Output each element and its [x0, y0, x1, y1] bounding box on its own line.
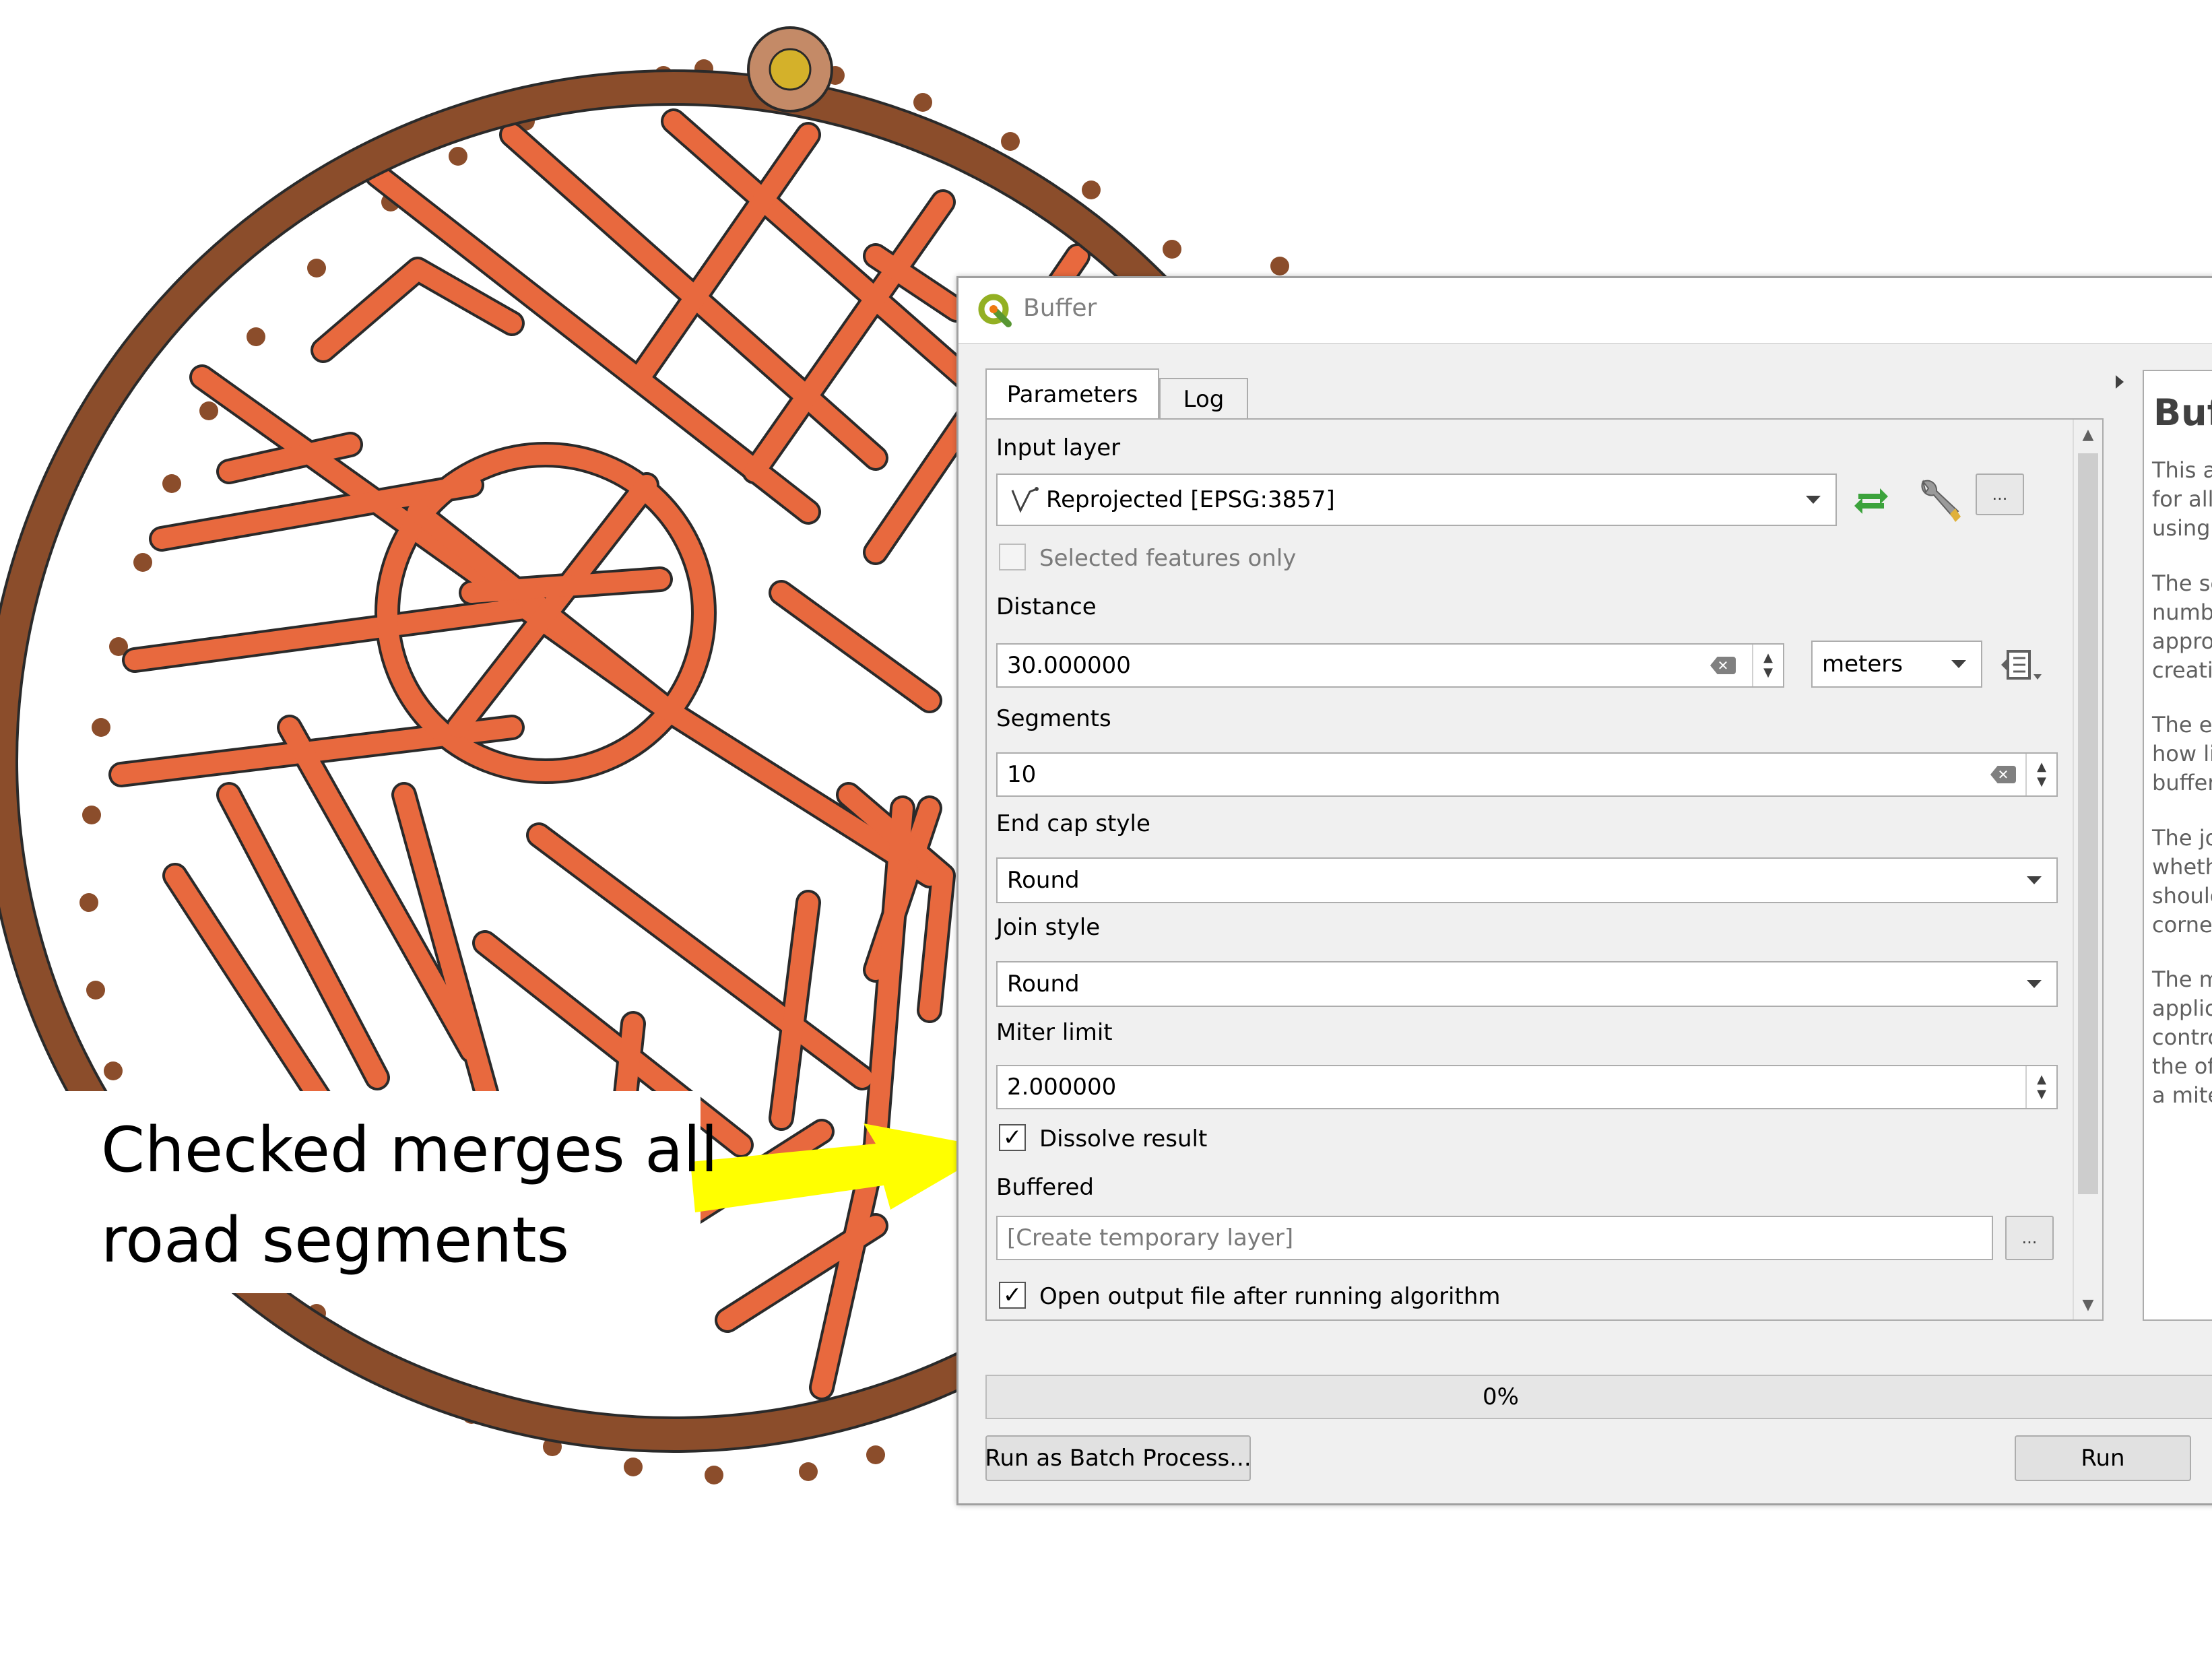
help-paragraph-2: The se numbe appro creatin — [2152, 570, 2212, 683]
chevron-down-icon — [2027, 876, 2042, 884]
chevron-down-icon — [1806, 496, 1821, 504]
collapse-help-icon[interactable] — [2113, 372, 2126, 391]
buffered-label: Buffered — [996, 1174, 1094, 1201]
callout-line-1: Checked merges all — [101, 1113, 718, 1186]
dissolve-checkbox[interactable]: ✓ — [999, 1124, 1026, 1151]
dissolve-label: Dissolve result — [1039, 1125, 1208, 1152]
wrench-icon[interactable] — [1914, 475, 1963, 525]
input-layer-label: Input layer — [996, 434, 1121, 461]
scroll-up-icon[interactable]: ▲ — [2074, 420, 2102, 449]
input-layer-combo[interactable]: Reprojected [EPSG:3857] — [996, 473, 1837, 526]
distance-unit-value: meters — [1822, 651, 1903, 678]
distance-unit-select[interactable]: meters — [1811, 641, 1982, 688]
buffer-dialog: Buffer Parameters Log Input layer Reproj… — [956, 276, 2212, 1505]
end-cap-label: End cap style — [996, 810, 1150, 837]
join-style-select[interactable]: Round — [996, 961, 2058, 1007]
clear-icon[interactable]: ✕ — [1990, 766, 2016, 783]
callout-text: Checked merges all road segments — [101, 1105, 718, 1285]
help-paragraph-1: This a for all using — [2152, 457, 2212, 541]
segments-spinner[interactable]: ▲ ▼ — [2025, 754, 2056, 795]
buffered-placeholder: [Create temporary layer] — [1007, 1224, 1294, 1251]
hanging-loop — [747, 26, 833, 112]
scroll-thumb[interactable] — [2078, 453, 2098, 1194]
callout-line-2: road segments — [101, 1204, 570, 1276]
panel-scrollbar[interactable]: ▲ ▼ — [2073, 420, 2102, 1319]
segments-value: 10 — [1007, 761, 1037, 788]
iterate-icon[interactable] — [1850, 480, 1892, 522]
parameters-panel: Input layer Reprojected [EPSG:3857] ... … — [985, 418, 2104, 1321]
input-layer-value: Reprojected [EPSG:3857] — [1046, 486, 1335, 513]
miter-limit-input[interactable]: 2.000000 ▲ ▼ — [996, 1065, 2058, 1109]
progress-text: 0% — [1483, 1383, 1519, 1410]
miter-limit-value: 2.000000 — [1007, 1074, 1117, 1101]
end-cap-value: Round — [1007, 867, 1080, 894]
join-style-value: Round — [1007, 971, 1080, 998]
chevron-down-icon — [1951, 660, 1966, 668]
open-output-label: Open output file after running algorithm — [1039, 1283, 1501, 1310]
distance-input[interactable]: 30.000000 ✕ ▲ ▼ — [996, 643, 1784, 688]
distance-value: 30.000000 — [1007, 652, 1131, 679]
tab-log[interactable]: Log — [1159, 378, 1248, 420]
tab-parameters[interactable]: Parameters — [985, 368, 1159, 420]
miter-limit-label: Miter limit — [996, 1019, 1113, 1046]
join-style-label: Join style — [996, 914, 1101, 941]
input-layer-browse-button[interactable]: ... — [1976, 473, 2024, 515]
qgis-logo-icon — [978, 294, 1012, 327]
help-paragraph-4: The jo wheth should corner — [2152, 825, 2212, 938]
help-panel: Buf This a for all using The se numbe ap… — [2143, 370, 2212, 1321]
distance-label: Distance — [996, 593, 1097, 620]
title-bar: Buffer — [958, 278, 2212, 344]
selected-only-label: Selected features only — [1039, 545, 1297, 572]
run-batch-button[interactable]: Run as Batch Process... — [985, 1435, 1251, 1481]
run-button[interactable]: Run — [2015, 1435, 2191, 1481]
open-output-checkbox[interactable]: ✓ — [999, 1282, 1026, 1309]
dialog-title: Buffer — [1023, 294, 1097, 322]
buffered-browse-button[interactable]: ... — [2005, 1216, 2054, 1260]
buffered-output-input[interactable]: [Create temporary layer] — [996, 1216, 1993, 1260]
segments-label: Segments — [996, 705, 1111, 732]
miter-limit-spinner[interactable]: ▲ ▼ — [2025, 1066, 2056, 1108]
chevron-down-icon — [2027, 980, 2042, 988]
line-layer-icon — [1011, 487, 1039, 513]
data-defined-override-icon[interactable] — [1998, 643, 2048, 688]
help-paragraph-3: The en how li buffer — [2152, 712, 2212, 795]
progress-bar: 0% — [985, 1375, 2212, 1419]
selected-only-checkbox[interactable] — [999, 544, 1026, 570]
distance-spinner[interactable]: ▲ ▼ — [1752, 645, 1783, 686]
scroll-down-icon[interactable]: ▼ — [2074, 1290, 2102, 1319]
help-title: Buf — [2153, 391, 2212, 434]
segments-input[interactable]: 10 ✕ ▲ ▼ — [996, 752, 2058, 797]
help-paragraph-5: The m applica contro the of a mite — [2152, 967, 2212, 1108]
clear-icon[interactable]: ✕ — [1710, 657, 1736, 674]
end-cap-select[interactable]: Round — [996, 857, 2058, 903]
